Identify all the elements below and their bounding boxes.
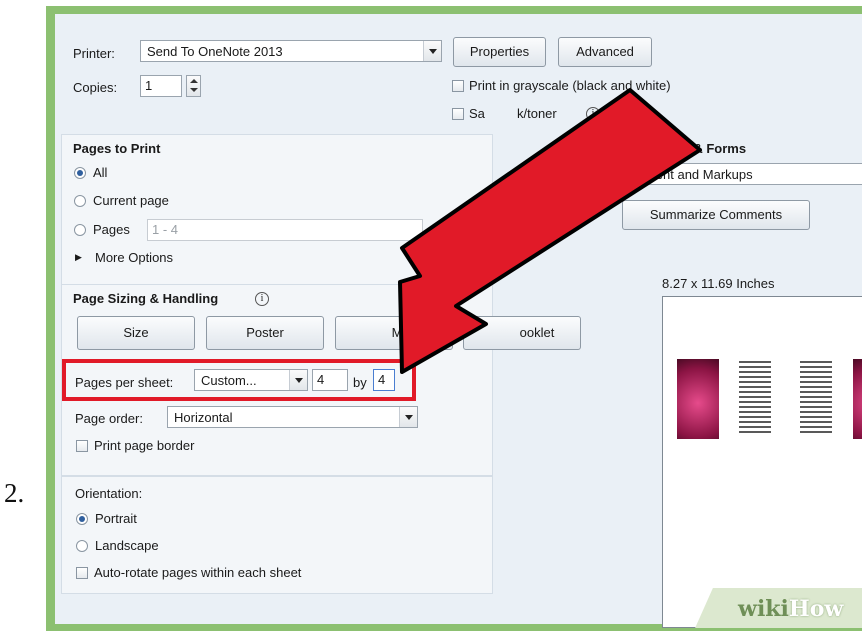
red-arrow-annotation [398, 88, 702, 374]
wikihow-watermark: wikiHow [738, 596, 844, 622]
